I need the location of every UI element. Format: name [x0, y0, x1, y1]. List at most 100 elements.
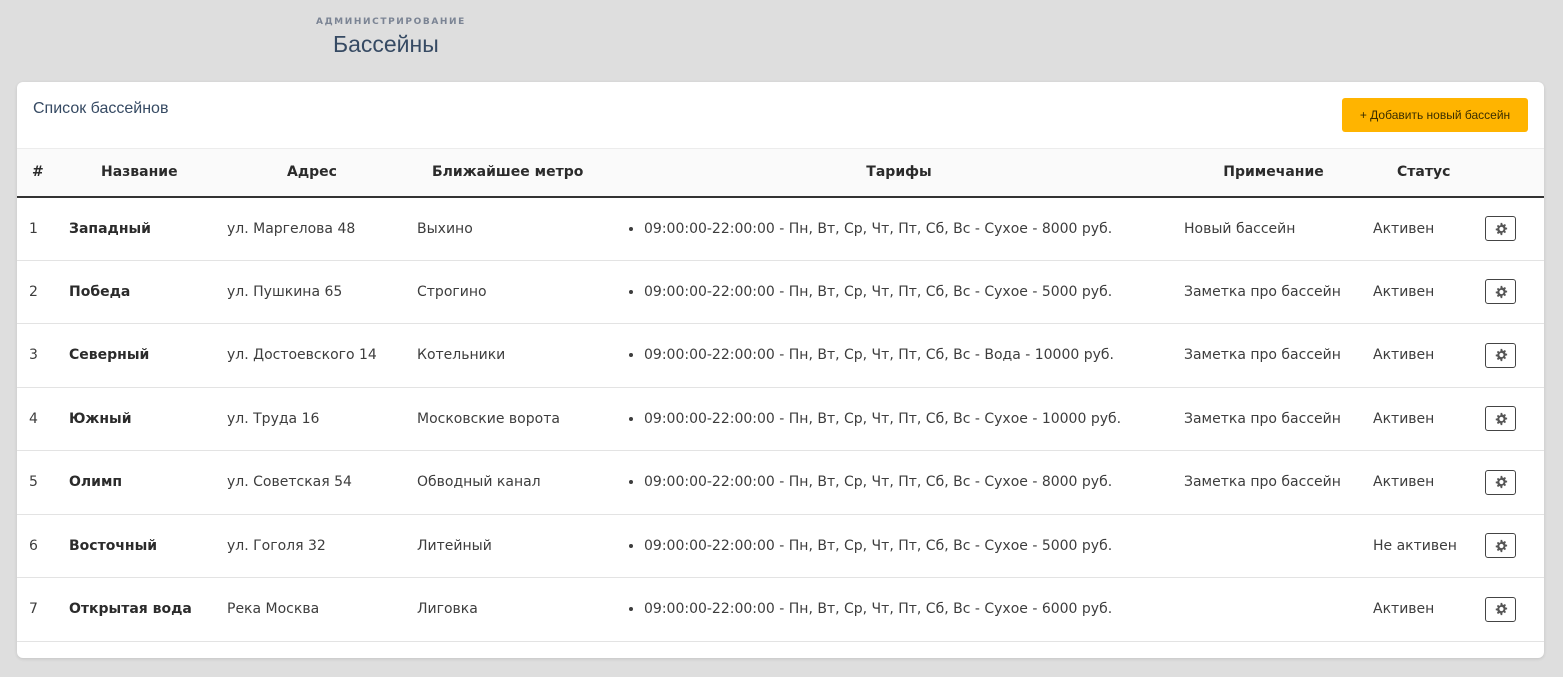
pool-metro: Котельники	[417, 347, 506, 364]
settings-button[interactable]	[1485, 406, 1516, 432]
row-actions	[1485, 451, 1544, 515]
column-header-actions	[1485, 149, 1544, 197]
tariff-item: 09:00:00-22:00:00 - Пн, Вт, Ср, Чт, Пт, …	[644, 411, 1174, 427]
pool-name: Западный	[69, 220, 151, 237]
pool-note	[1174, 578, 1373, 642]
settings-button[interactable]	[1485, 342, 1516, 368]
pool-note: Новый бассейн	[1184, 220, 1296, 237]
row-actions	[1485, 197, 1544, 261]
pool-tariffs: 09:00:00-22:00:00 - Пн, Вт, Ср, Чт, Пт, …	[624, 578, 1174, 642]
pools-table: # Название Адрес Ближайшее метро Тарифы …	[17, 148, 1544, 642]
row-actions	[1485, 324, 1544, 388]
pool-address: ул. Гоголя 32	[227, 537, 326, 554]
table-row[interactable]: 7 Открытая вода Река Москва Лиговка 09:0…	[17, 578, 1544, 642]
column-header-note: Примечание	[1223, 164, 1324, 181]
column-header-metro: Ближайшее метро	[432, 164, 584, 181]
settings-button[interactable]	[1485, 279, 1516, 305]
tariff-item: 09:00:00-22:00:00 - Пн, Вт, Ср, Чт, Пт, …	[644, 347, 1174, 363]
pool-status: Активен	[1373, 601, 1435, 618]
gear-icon	[1494, 222, 1508, 236]
settings-button[interactable]	[1485, 596, 1516, 622]
pool-note: Заметка про бассейн	[1184, 410, 1341, 427]
pool-status: Активен	[1373, 474, 1435, 491]
pool-note	[1174, 514, 1373, 578]
pool-name: Северный	[69, 347, 150, 364]
pool-tariffs: 09:00:00-22:00:00 - Пн, Вт, Ср, Чт, Пт, …	[624, 324, 1174, 388]
pools-card: Список бассейнов + Добавить новый бассей…	[17, 82, 1544, 658]
breadcrumb: Администрирование	[316, 17, 466, 27]
pool-metro: Лиговка	[417, 601, 478, 618]
row-actions	[1485, 578, 1544, 642]
table-row[interactable]: 3 Северный ул. Достоевского 14 Котельник…	[17, 324, 1544, 388]
tariff-item: 09:00:00-22:00:00 - Пн, Вт, Ср, Чт, Пт, …	[644, 284, 1174, 300]
row-actions	[1485, 260, 1544, 324]
row-number: 5	[29, 474, 38, 491]
pool-name: Восточный	[69, 537, 158, 554]
settings-button[interactable]	[1485, 469, 1516, 495]
table-row[interactable]: 1 Западный ул. Маргелова 48 Выхино 09:00…	[17, 197, 1544, 261]
pool-status: Активен	[1373, 220, 1435, 237]
row-number: 6	[29, 537, 38, 554]
settings-button[interactable]	[1485, 533, 1516, 559]
add-pool-button[interactable]: + Добавить новый бассейн	[1342, 98, 1528, 132]
row-actions	[1485, 514, 1544, 578]
card-title: Список бассейнов	[33, 100, 169, 117]
gear-icon	[1494, 412, 1508, 426]
pool-tariffs: 09:00:00-22:00:00 - Пн, Вт, Ср, Чт, Пт, …	[624, 197, 1174, 261]
tariff-item: 09:00:00-22:00:00 - Пн, Вт, Ср, Чт, Пт, …	[644, 221, 1174, 237]
row-number: 1	[29, 220, 38, 237]
pool-address: ул. Маргелова 48	[227, 220, 356, 237]
gear-icon	[1494, 539, 1508, 553]
page-header: Администрирование Бассейны	[0, 0, 1563, 80]
pool-tariffs: 09:00:00-22:00:00 - Пн, Вт, Ср, Чт, Пт, …	[624, 387, 1174, 451]
row-actions	[1485, 387, 1544, 451]
pool-address: Река Москва	[227, 601, 320, 618]
column-header-address: Адрес	[287, 164, 337, 181]
gear-icon	[1494, 475, 1508, 489]
gear-icon	[1494, 348, 1508, 362]
tariff-item: 09:00:00-22:00:00 - Пн, Вт, Ср, Чт, Пт, …	[644, 538, 1174, 554]
table-row[interactable]: 2 Победа ул. Пушкина 65 Строгино 09:00:0…	[17, 260, 1544, 324]
pool-note: Заметка про бассейн	[1184, 347, 1341, 364]
pool-tariffs: 09:00:00-22:00:00 - Пн, Вт, Ср, Чт, Пт, …	[624, 451, 1174, 515]
pool-note: Заметка про бассейн	[1184, 474, 1341, 491]
pool-name: Открытая вода	[69, 601, 192, 618]
page-title: Бассейны	[333, 31, 439, 57]
pool-metro: Строгино	[417, 283, 487, 300]
pool-name: Южный	[69, 410, 132, 427]
pool-status: Активен	[1373, 347, 1435, 364]
pool-metro: Обводный канал	[417, 474, 541, 491]
pool-name: Олимп	[69, 474, 123, 491]
pool-address: ул. Советская 54	[227, 474, 352, 491]
pool-status: Не активен	[1373, 537, 1457, 554]
row-number: 3	[29, 347, 38, 364]
tariff-item: 09:00:00-22:00:00 - Пн, Вт, Ср, Чт, Пт, …	[644, 474, 1174, 490]
pool-status: Активен	[1373, 283, 1435, 300]
pool-name: Победа	[69, 283, 131, 300]
gear-icon	[1494, 602, 1508, 616]
row-number: 7	[29, 601, 38, 618]
pool-address: ул. Достоевского 14	[227, 347, 377, 364]
table-row[interactable]: 5 Олимп ул. Советская 54 Обводный канал …	[17, 451, 1544, 515]
column-header-tariffs: Тарифы	[866, 164, 932, 181]
pool-note: Заметка про бассейн	[1184, 283, 1341, 300]
row-number: 4	[29, 410, 38, 427]
pool-tariffs: 09:00:00-22:00:00 - Пн, Вт, Ср, Чт, Пт, …	[624, 260, 1174, 324]
table-header-row: # Название Адрес Ближайшее метро Тарифы …	[17, 148, 1544, 197]
pool-status: Активен	[1373, 410, 1435, 427]
pool-metro: Выхино	[417, 220, 473, 237]
table-row[interactable]: 6 Восточный ул. Гоголя 32 Литейный 09:00…	[17, 514, 1544, 578]
pool-metro: Литейный	[417, 537, 492, 554]
settings-button[interactable]	[1485, 216, 1516, 241]
pool-tariffs: 09:00:00-22:00:00 - Пн, Вт, Ср, Чт, Пт, …	[624, 514, 1174, 578]
column-header-status: Статус	[1397, 164, 1451, 181]
column-header-name: Название	[101, 164, 178, 181]
table-row[interactable]: 4 Южный ул. Труда 16 Московские ворота 0…	[17, 387, 1544, 451]
tariff-item: 09:00:00-22:00:00 - Пн, Вт, Ср, Чт, Пт, …	[644, 601, 1174, 617]
pool-address: ул. Пушкина 65	[227, 283, 343, 300]
pool-address: ул. Труда 16	[227, 410, 320, 427]
pool-metro: Московские ворота	[417, 410, 560, 427]
column-header-number: #	[32, 164, 44, 181]
gear-icon	[1494, 285, 1508, 299]
row-number: 2	[29, 283, 38, 300]
